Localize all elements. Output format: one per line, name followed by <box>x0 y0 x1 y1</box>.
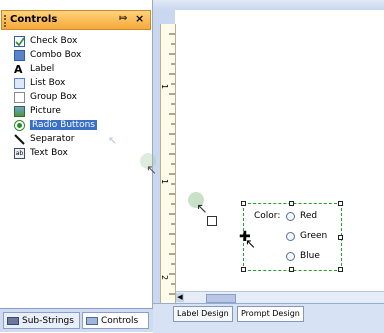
resize-handle[interactable] <box>338 267 343 272</box>
cursor-icon: ↖ <box>245 237 256 252</box>
resize-handle[interactable] <box>289 201 294 206</box>
textbox-icon: ab <box>14 148 25 159</box>
separator-icon <box>14 134 25 145</box>
controls-item-radio-buttons[interactable]: Radio Buttons <box>14 119 97 132</box>
panel-header[interactable]: Controls ⤇ × <box>1 10 151 30</box>
groupbox-icon <box>14 92 25 103</box>
ruler-mark: 1 <box>160 178 170 185</box>
tab-label: Prompt Design <box>241 309 300 318</box>
radio-group-control[interactable]: Color: Red Green Blue <box>243 203 342 271</box>
controls-item-label: Separator <box>30 134 75 144</box>
tab-label-design[interactable]: Label Design <box>173 306 233 322</box>
controls-item-picture[interactable]: Picture <box>14 105 61 118</box>
tab-sub-strings[interactable]: Sub-Strings <box>3 312 80 329</box>
radio-label-red: Red <box>300 211 318 221</box>
top-strip <box>153 0 384 10</box>
tab-label: Label Design <box>177 309 229 318</box>
scroll-left-icon[interactable]: ◀ <box>176 293 184 302</box>
ruler-mark: 1 <box>160 83 170 90</box>
pin-icon[interactable]: ⤇ <box>119 13 127 24</box>
controls-item-group-box[interactable]: Group Box <box>14 91 77 104</box>
radio-red[interactable] <box>286 212 295 221</box>
controls-item-separator[interactable]: Separator <box>14 133 75 146</box>
controls-item-list-box[interactable]: List Box <box>14 77 66 90</box>
controls-icon <box>86 317 98 325</box>
controls-item-label: Radio Buttons <box>30 120 97 130</box>
controls-item-label: Check Box <box>30 36 78 46</box>
resize-handle[interactable] <box>289 267 294 272</box>
color-label: Color: <box>254 211 281 221</box>
checkbox-icon <box>14 36 25 47</box>
tab-prompt-design[interactable]: Prompt Design <box>237 306 304 322</box>
label-icon: A <box>14 63 23 76</box>
substrings-icon <box>7 317 19 325</box>
tab-controls[interactable]: Controls <box>82 312 149 329</box>
controls-item-label: Combo Box <box>30 50 82 60</box>
controls-item-combo-box[interactable]: Combo Box <box>14 49 82 62</box>
controls-item-label: Label <box>30 64 55 74</box>
radio-green[interactable] <box>286 232 295 241</box>
controls-panel: Controls ⤇ × Check Box Combo Box A Label… <box>0 0 153 332</box>
resize-handle[interactable] <box>338 201 343 206</box>
drop-plus-icon <box>207 216 217 226</box>
radio-blue[interactable] <box>286 252 295 261</box>
panel-tabs: Sub-Strings Controls <box>0 308 153 332</box>
combobox-icon <box>14 50 25 61</box>
radio-label-blue: Blue <box>300 251 320 261</box>
ruler-mark: 2 <box>160 274 170 281</box>
grip-icon[interactable] <box>4 15 8 27</box>
drag-cursor-icon: ↖ <box>146 163 157 178</box>
resize-handle[interactable] <box>241 201 246 206</box>
picture-icon <box>14 106 25 117</box>
vertical-ruler: 1 1 2 <box>160 24 176 304</box>
resize-handle[interactable] <box>241 267 246 272</box>
controls-item-label: Text Box <box>30 148 68 158</box>
radio-label-green: Green <box>300 231 328 241</box>
controls-item-label: Group Box <box>30 92 77 102</box>
controls-item-label: Picture <box>30 106 61 116</box>
tab-label: Sub-Strings <box>22 316 74 326</box>
resize-handle[interactable] <box>338 235 343 240</box>
tab-label: Controls <box>101 316 139 326</box>
controls-item-label[interactable]: A Label <box>14 63 55 76</box>
controls-item-check-box[interactable]: Check Box <box>14 35 78 48</box>
controls-item-label: List Box <box>30 78 66 88</box>
panel-title: Controls <box>10 14 58 25</box>
close-icon[interactable]: × <box>135 12 144 25</box>
drag-cursor-icon: ↖ <box>196 201 208 217</box>
listbox-icon <box>14 78 25 89</box>
design-tabs: Label Design Prompt Design <box>153 303 384 333</box>
cursor-icon: ↖ <box>108 134 118 147</box>
scroll-thumb[interactable] <box>206 294 236 303</box>
controls-item-text-box[interactable]: ab Text Box <box>14 147 68 160</box>
radio-icon <box>14 120 25 131</box>
